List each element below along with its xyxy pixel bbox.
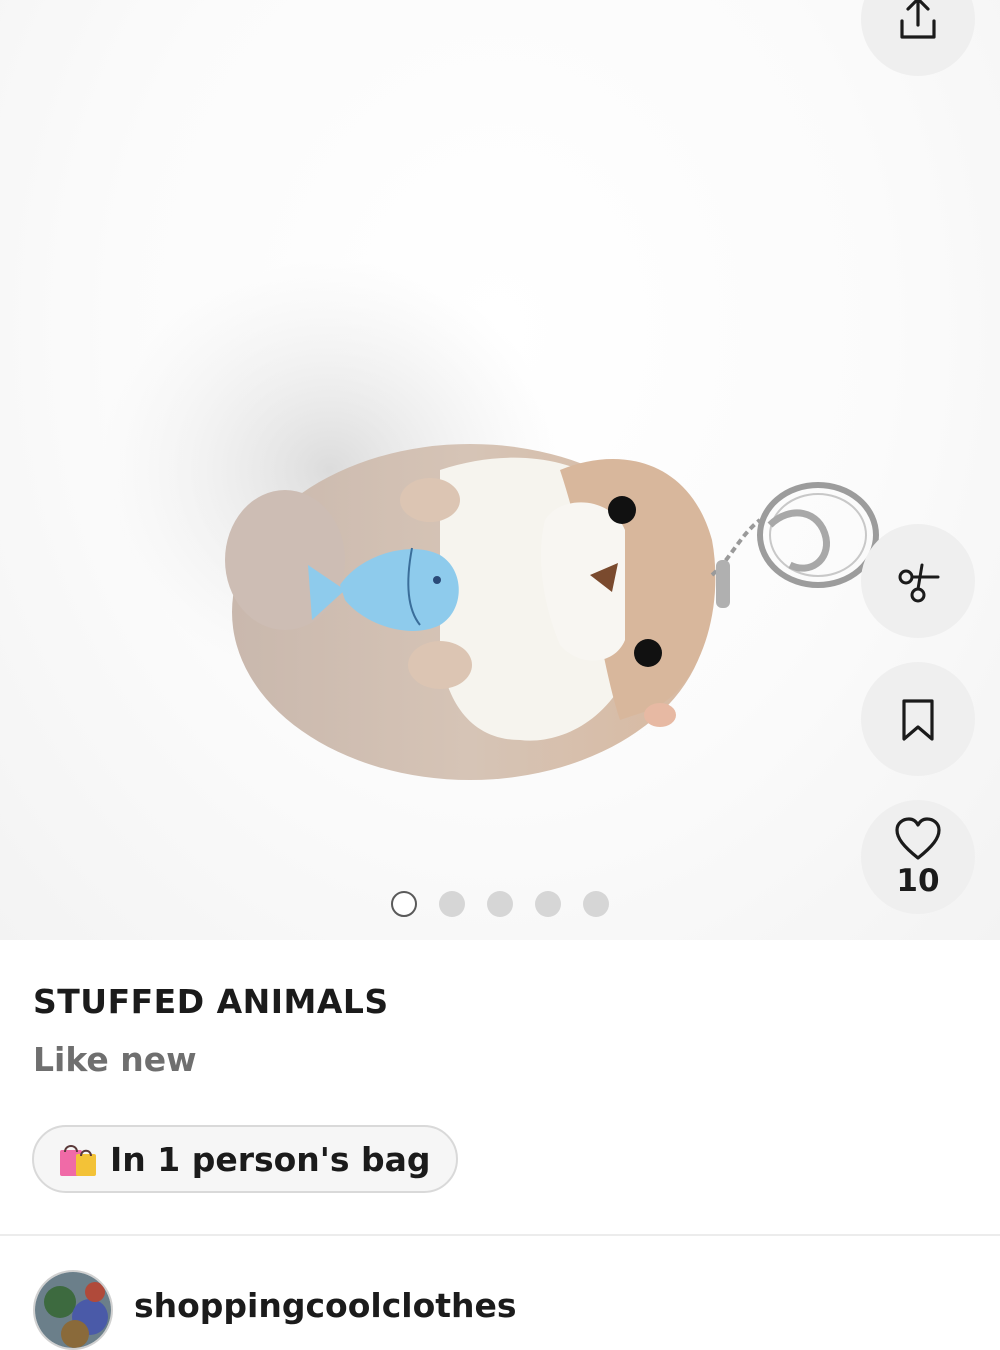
scissors-icon — [898, 563, 940, 603]
carousel-dot-1[interactable] — [391, 891, 417, 917]
product-image-carousel[interactable]: 10 — [0, 0, 1000, 940]
like-button[interactable]: 10 — [861, 800, 975, 914]
bag-status-text: In 1 person's bag — [110, 1139, 431, 1179]
listing-title: STUFFED ANIMALS — [33, 982, 389, 1021]
carousel-dot-3[interactable] — [487, 891, 513, 917]
shopping-bags-icon — [60, 1145, 96, 1176]
bag-status-badge: In 1 person's bag — [32, 1125, 458, 1193]
carousel-dot-2[interactable] — [439, 891, 465, 917]
carousel-dot-5[interactable] — [583, 891, 609, 917]
bookmark-icon — [902, 699, 934, 741]
seller-username[interactable]: shoppingcoolclothes — [134, 1286, 517, 1325]
carousel-indicator — [391, 891, 609, 917]
save-button[interactable] — [861, 662, 975, 776]
section-divider — [0, 1234, 1000, 1236]
make-offer-button[interactable] — [861, 524, 975, 638]
heart-icon — [895, 817, 941, 860]
share-icon — [900, 0, 936, 39]
seller-avatar[interactable] — [33, 1270, 113, 1350]
listing-condition: Like new — [33, 1040, 197, 1079]
carousel-dot-4[interactable] — [535, 891, 561, 917]
avatar-image — [35, 1272, 111, 1348]
like-count: 10 — [896, 863, 940, 899]
product-photo — [100, 260, 879, 780]
